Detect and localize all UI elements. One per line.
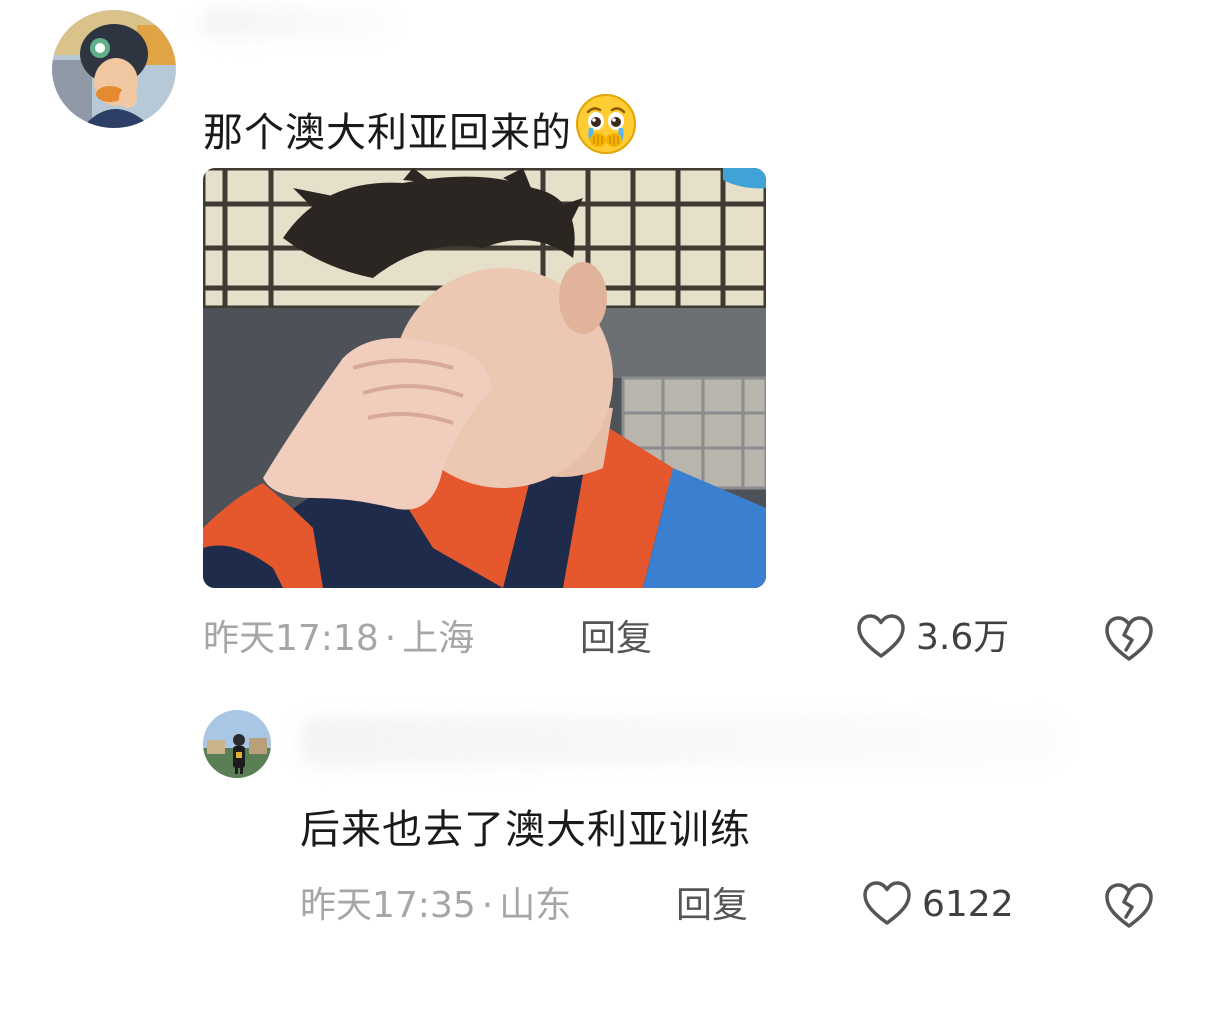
comment-2-reply-button[interactable]: 回复 — [676, 884, 748, 928]
comment-1-username-blurred — [200, 8, 390, 38]
comment-1-text-content: 那个澳大利亚回来的 — [203, 110, 572, 156]
heart-outline-icon — [856, 613, 906, 663]
comment-1-reply-button[interactable]: 回复 — [580, 617, 652, 661]
comment-1-avatar[interactable] — [52, 10, 176, 128]
meta-separator: · — [384, 618, 397, 659]
comment-1-time: 昨天17:18 — [203, 618, 379, 659]
comment-1-text: 那个澳大利亚回来的 — [203, 92, 638, 157]
comment-2-dislike-button[interactable] — [1103, 881, 1155, 929]
comment-1-like-count: 3.6万 — [916, 617, 1010, 658]
comment-1-like-button[interactable]: 3.6万 — [856, 614, 1009, 662]
pleading-tears-emoji-icon — [574, 92, 638, 156]
comment-2-like-count: 6122 — [922, 884, 1014, 925]
comment-2-time: 昨天17:35 — [300, 885, 476, 926]
comment-2-meta: 昨天17:35 · 山东 — [300, 884, 571, 928]
broken-heart-icon — [1103, 883, 1155, 933]
meta-separator: · — [481, 885, 494, 926]
comment-2-location: 山东 — [499, 885, 572, 926]
comment-2-username-blurred — [300, 716, 1060, 766]
comment-1-dislike-button[interactable] — [1103, 614, 1155, 662]
comment-1-meta: 昨天17:18 · 上海 — [203, 617, 474, 661]
heart-outline-icon — [862, 880, 912, 930]
broken-heart-icon — [1103, 616, 1155, 666]
comment-2-like-button[interactable]: 6122 — [862, 881, 1014, 929]
comment-2-text: 后来也去了澳大利亚训练 — [300, 807, 751, 853]
comment-1-image[interactable] — [203, 168, 766, 588]
comment-2-avatar[interactable] — [203, 710, 271, 778]
comment-1-location: 上海 — [402, 618, 475, 659]
crying-boy-photo — [203, 168, 766, 588]
